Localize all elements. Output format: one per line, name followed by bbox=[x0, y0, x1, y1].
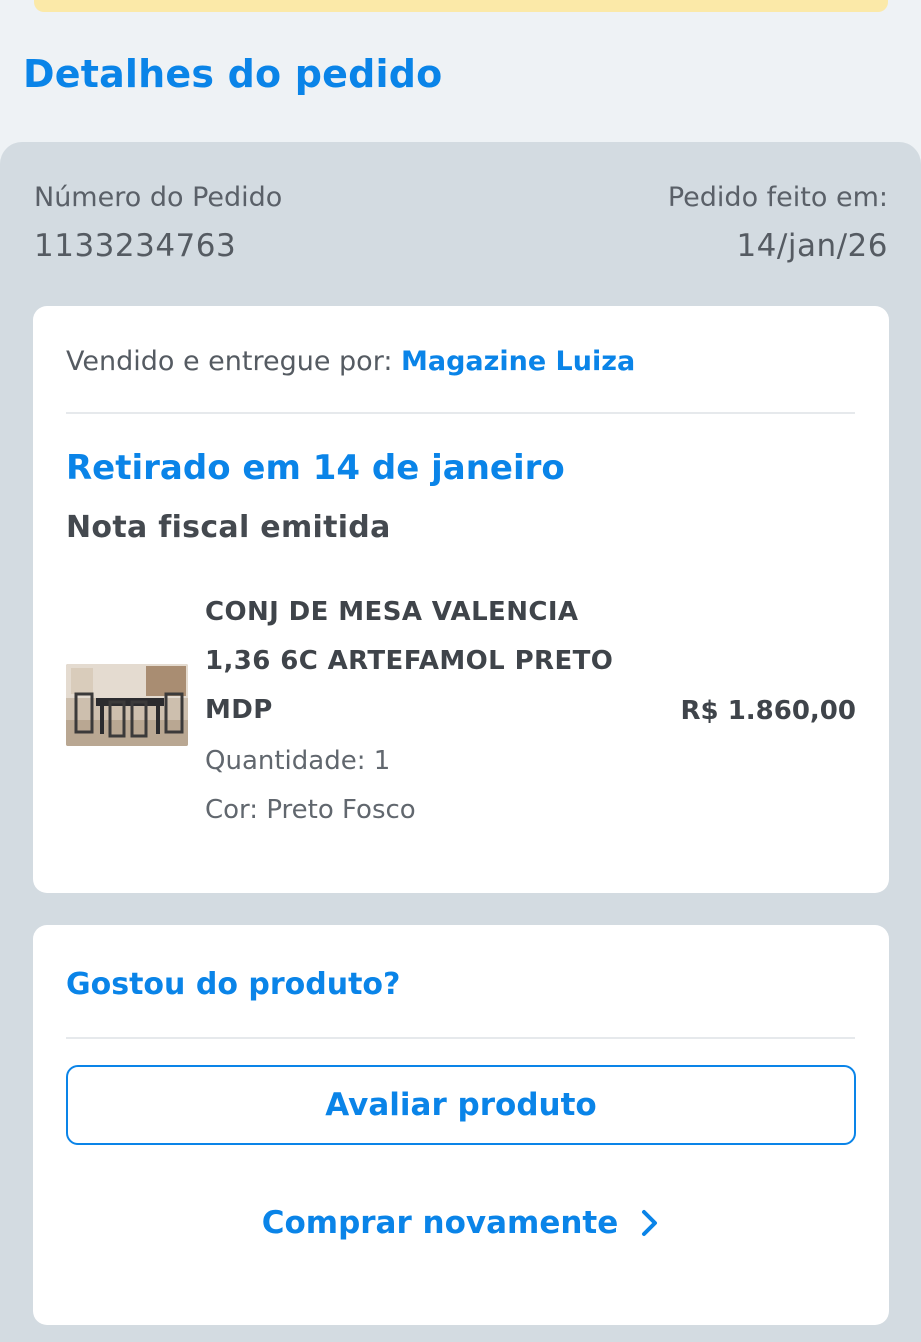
seller-line: Vendido e entregue por: Magazine Luiza bbox=[66, 346, 635, 377]
product-name-line: CONJ DE MESA VALENCIA bbox=[205, 597, 579, 627]
review-title: Gostou do produto? bbox=[66, 967, 401, 1002]
review-card: Gostou do produto? Avaliar produto Compr… bbox=[33, 925, 889, 1325]
buy-again-button[interactable]: Comprar novamente bbox=[33, 1195, 889, 1251]
product-quantity: Quantidade: 1 bbox=[205, 746, 391, 776]
review-product-button[interactable]: Avaliar produto bbox=[66, 1065, 856, 1145]
divider bbox=[66, 1037, 855, 1039]
top-banner bbox=[34, 0, 888, 12]
chevron-right-icon bbox=[642, 1210, 658, 1236]
order-number-value: 1133234763 bbox=[34, 228, 237, 264]
shipment-status-title: Retirado em 14 de janeiro bbox=[66, 448, 565, 488]
product-price: R$ 1.860,00 bbox=[680, 696, 856, 726]
dining-table-photo-icon bbox=[66, 664, 188, 746]
product-image[interactable] bbox=[66, 664, 188, 746]
product-name-line: 1,36 6C ARTEFAMOL PRETO bbox=[205, 646, 614, 676]
product-color: Cor: Preto Fosco bbox=[205, 795, 416, 825]
shipment-status-subtitle: Nota fiscal emitida bbox=[66, 510, 391, 545]
product-name-line: MDP bbox=[205, 695, 273, 725]
order-date-value: 14/jan/26 bbox=[736, 228, 888, 264]
page-title: Detalhes do pedido bbox=[23, 52, 443, 96]
buy-again-label: Comprar novamente bbox=[261, 1205, 619, 1241]
divider bbox=[66, 412, 855, 414]
order-number-label: Número do Pedido bbox=[34, 182, 283, 213]
seller-name-link[interactable]: Magazine Luiza bbox=[401, 346, 635, 377]
seller-prefix: Vendido e entregue por: bbox=[66, 346, 402, 377]
product-name[interactable]: CONJ DE MESA VALENCIA 1,36 6C ARTEFAMOL … bbox=[205, 588, 645, 735]
shipment-card: Vendido e entregue por: Magazine Luiza R… bbox=[33, 306, 889, 893]
order-date-label: Pedido feito em: bbox=[667, 182, 888, 213]
